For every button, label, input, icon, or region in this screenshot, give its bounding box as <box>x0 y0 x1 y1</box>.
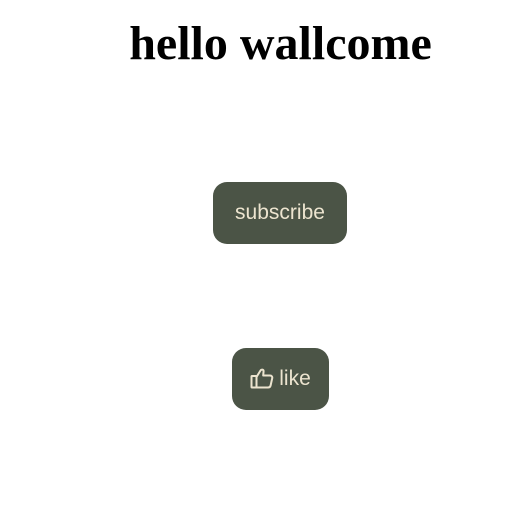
page-title: hello wallcome <box>129 17 432 70</box>
subscribe-button[interactable]: subscribe <box>213 182 347 244</box>
thumbs-up-icon <box>250 367 274 389</box>
like-button[interactable]: like <box>232 348 329 410</box>
like-button-label: like <box>279 367 311 390</box>
subscribe-button-label: subscribe <box>235 201 325 224</box>
